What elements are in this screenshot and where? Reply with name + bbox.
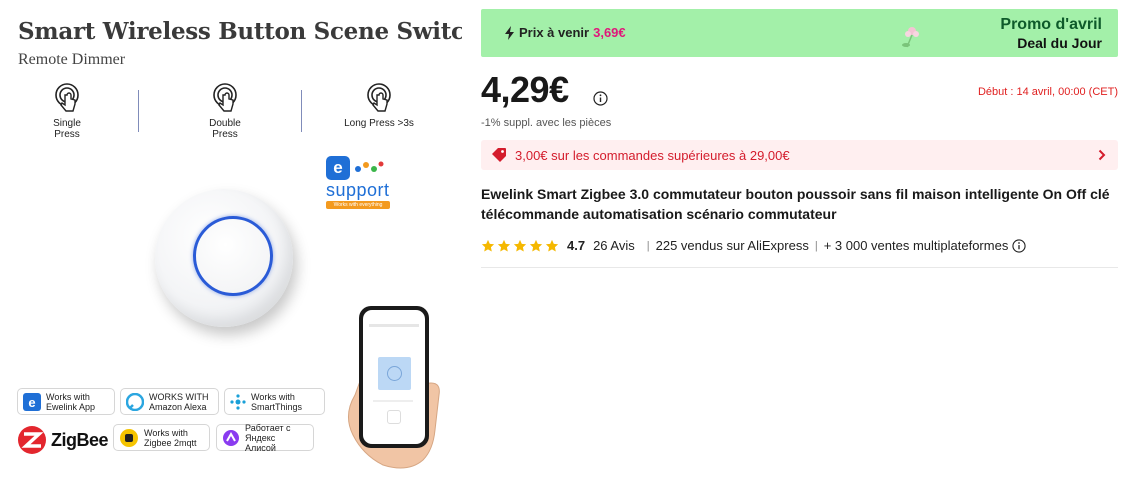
phone-header: [369, 324, 419, 327]
badge-label: Works with SmartThings: [251, 391, 303, 412]
alice-icon: [222, 429, 240, 447]
ewelink-support-logo: e support Works with everything: [326, 156, 394, 209]
product-image[interactable]: Smart Wireless Button Scene Switch Remot…: [0, 0, 462, 497]
press-mode-label: Long Press >3s: [344, 118, 414, 129]
star-icon: [481, 239, 495, 252]
promo-title: Promo d'avril: [1000, 16, 1102, 33]
sale-start-date: Début : 14 avril, 00:00 (CET): [977, 86, 1118, 98]
zigbee-word: ZigBee: [51, 429, 109, 450]
zigbee-icon: [18, 426, 46, 454]
image-title: Smart Wireless Button Scene Switch: [18, 18, 462, 45]
badge-ewelink: e Works with Ewelink App: [17, 388, 115, 415]
star-rating[interactable]: [481, 239, 559, 253]
ewelink-logo-icon: e: [326, 156, 350, 180]
star-icon: [513, 239, 527, 252]
support-tagline: Works with everything: [326, 201, 390, 209]
chevron-right-icon[interactable]: [1098, 149, 1106, 161]
price-row: 4,29€ Début : 14 avril, 00:00 (CET): [481, 69, 1118, 119]
separator: |: [646, 239, 650, 252]
press-mode-long: Long Press >3s: [334, 82, 424, 129]
tap-icon: [367, 83, 391, 112]
divider: [301, 90, 302, 132]
flower-icon: [902, 27, 919, 48]
product-info: Prix à venir 3,69€ Promo d'avril Deal du…: [481, 9, 1118, 268]
product-title: Ewelink Smart Zigbee 3.0 commutateur bou…: [481, 186, 1110, 222]
coupon-text: 3,00€ sur les commandes supérieures à 29…: [515, 147, 790, 163]
reviews-link[interactable]: 26 Avis: [593, 238, 635, 253]
zigbee2mqtt-icon: [119, 428, 139, 448]
separator: |: [814, 239, 818, 252]
upcoming-price: Prix à venir 3,69€: [504, 25, 626, 40]
badge-alexa: WORKS WITH Amazon Alexa: [120, 388, 219, 415]
star-icon: [545, 239, 559, 252]
upcoming-label: Prix à venir: [519, 25, 590, 40]
image-subtitle: Remote Dimmer: [18, 51, 126, 68]
promo-text: Promo d'avril Deal du Jour: [1000, 15, 1102, 52]
press-mode-label: Single Press: [53, 118, 81, 140]
promo-banner[interactable]: Prix à venir 3,69€ Promo d'avril Deal du…: [481, 9, 1118, 57]
multi-platform-sales: + 3 000 ventes multiplateformes: [823, 238, 1009, 253]
phone: [359, 306, 429, 448]
smartthings-icon: [230, 393, 246, 410]
badge-label: WORKS WITH Amazon Alexa: [149, 391, 209, 412]
tap-icon: [213, 83, 237, 112]
badge-zigbee2mqtt: Works with Zigbee 2mqtt: [113, 424, 210, 451]
current-price: 4,29€: [481, 69, 569, 110]
phone-button: [387, 410, 401, 424]
badge-alice: Работает с Яндекс Алисой: [216, 422, 314, 453]
dots-icon: [355, 161, 384, 172]
tap-icon: [55, 83, 79, 112]
lightning-icon: [505, 25, 514, 40]
badge-label: Работает с Яндекс Алисой: [245, 422, 291, 453]
divider: [138, 90, 139, 132]
info-icon[interactable]: [1012, 238, 1026, 253]
svg-text:e: e: [28, 395, 35, 410]
support-word: support: [326, 180, 390, 200]
device-button-ring: [193, 216, 273, 296]
alexa-icon: [126, 392, 144, 411]
badge-smartthings: Works with SmartThings: [224, 388, 325, 415]
star-icon: [529, 239, 543, 252]
press-mode-label: Double Press: [209, 118, 241, 140]
rating-row: 4.7 26 Avis | 225 vendus sur AliExpress …: [481, 238, 1118, 253]
promo-subtitle: Deal du Jour: [1017, 35, 1102, 51]
coupon-banner[interactable]: 3,00€ sur les commandes supérieures à 29…: [481, 140, 1118, 170]
phone-text-line: [373, 400, 413, 402]
rating-score: 4.7: [567, 238, 586, 253]
sold-count: 225 vendus sur AliExpress: [655, 238, 809, 253]
zigbee-logo: ZigBee: [17, 425, 109, 455]
info-icon[interactable]: [593, 91, 608, 106]
upcoming-price-value: 3,69€: [593, 25, 626, 40]
phone-device-tile: [378, 357, 411, 390]
badge-label: Works with Ewelink App: [46, 391, 96, 412]
wireless-button-device: [155, 189, 293, 327]
divider: [481, 267, 1118, 268]
ewelink-icon: e: [23, 392, 41, 411]
tag-icon: [492, 148, 506, 162]
star-icon: [497, 239, 511, 252]
press-mode-single: Single Press: [22, 82, 112, 140]
phone-in-hand: [345, 300, 455, 470]
badge-label: Works with Zigbee 2mqtt: [144, 427, 197, 448]
phone-screen: [363, 310, 425, 444]
press-mode-double: Double Press: [180, 82, 270, 140]
